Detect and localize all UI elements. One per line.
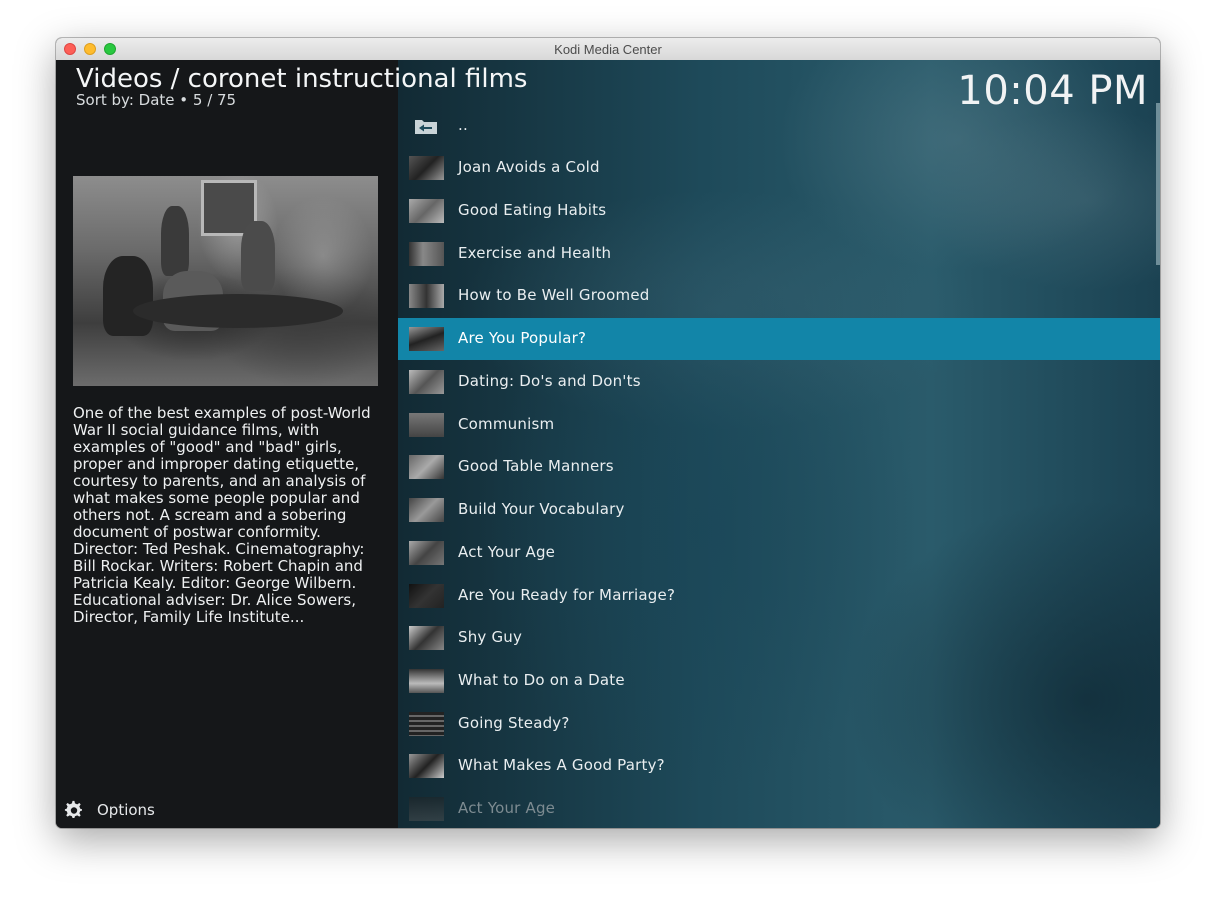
clock: 10:04 PM [957, 68, 1148, 114]
video-thumbnail [409, 754, 444, 778]
list-item[interactable]: Act Your Age [398, 532, 1160, 574]
list-item[interactable]: What to Do on a Date [398, 660, 1160, 702]
list-item-label: Act Your Age [458, 799, 556, 817]
gear-options-icon [64, 800, 82, 818]
video-thumbnail [409, 327, 444, 351]
parent-folder-label: .. [458, 116, 468, 134]
video-thumbnail [409, 413, 444, 437]
list-item[interactable]: What Makes A Good Party? [398, 745, 1160, 787]
file-list-panel: .. Joan Avoids a Cold Good Eating Habits… [398, 60, 1160, 828]
list-item[interactable]: Are You Ready for Marriage? [398, 575, 1160, 617]
title-bar[interactable]: Kodi Media Center [56, 38, 1160, 61]
list-item-selected[interactable]: Are You Popular? [398, 318, 1160, 360]
list-item-label: Joan Avoids a Cold [458, 158, 600, 176]
list-scrollbar[interactable] [1156, 103, 1160, 265]
list-item-label: Are You Popular? [458, 329, 587, 347]
video-thumbnail [409, 242, 444, 266]
thumbnail-table [133, 294, 343, 328]
info-panel: One of the best examples of post-World W… [56, 60, 398, 828]
thumbnail-figure [161, 206, 189, 276]
list-item[interactable]: Good Eating Habits [398, 190, 1160, 232]
video-thumbnail [409, 626, 444, 650]
list-item-label: Are You Ready for Marriage? [458, 586, 676, 604]
video-thumbnail [409, 712, 444, 736]
video-thumbnail [409, 541, 444, 565]
video-thumbnail [409, 584, 444, 608]
video-thumbnail [409, 284, 444, 308]
options-label: Options [97, 801, 155, 819]
sort-info[interactable]: Sort by: Date • 5 / 75 [76, 91, 236, 109]
list-item-label: Exercise and Health [458, 244, 612, 262]
list-item[interactable]: Exercise and Health [398, 233, 1160, 275]
list-item[interactable]: Going Steady? [398, 703, 1160, 745]
list-item-label: What to Do on a Date [458, 671, 625, 689]
video-thumbnail [409, 156, 444, 180]
plot-description: One of the best examples of post-World W… [73, 404, 371, 626]
video-thumbnail [409, 797, 444, 821]
list-item-label: Build Your Vocabulary [458, 500, 625, 518]
video-thumbnail [409, 669, 444, 693]
selected-item-thumbnail [73, 176, 378, 386]
video-thumbnail [409, 370, 444, 394]
list-item-label: Good Table Manners [458, 457, 614, 475]
kodi-content: One of the best examples of post-World W… [56, 60, 1160, 828]
list-item-label: How to Be Well Groomed [458, 286, 650, 304]
list-item-label: Shy Guy [458, 628, 523, 646]
list-item-label: Act Your Age [458, 543, 556, 561]
page-title: Videos / coronet instructional films [76, 64, 528, 94]
list-item[interactable]: Dating: Do's and Don'ts [398, 361, 1160, 403]
list-item-label: What Makes A Good Party? [458, 756, 665, 774]
window-title: Kodi Media Center [554, 42, 662, 57]
thumbnail-figure [241, 221, 275, 291]
video-thumbnail [409, 498, 444, 522]
video-thumbnail [409, 199, 444, 223]
list-item-label: Communism [458, 415, 555, 433]
list-item[interactable]: Good Table Manners [398, 446, 1160, 488]
folder-back-icon [415, 120, 437, 134]
list-item[interactable]: Shy Guy [398, 617, 1160, 659]
list-item[interactable]: Joan Avoids a Cold [398, 147, 1160, 189]
kodi-window: Kodi Media Center One of the best exampl… [56, 38, 1160, 828]
list-item-label: Good Eating Habits [458, 201, 607, 219]
list-item-label: Dating: Do's and Don'ts [458, 372, 641, 390]
list-item-label: Going Steady? [458, 714, 570, 732]
list-item[interactable]: Communism [398, 404, 1160, 446]
list-item[interactable]: Act Your Age [398, 788, 1160, 828]
list-item[interactable]: How to Be Well Groomed [398, 275, 1160, 317]
video-thumbnail [409, 455, 444, 479]
thumbnail-figure [103, 256, 153, 336]
list-item[interactable]: Build Your Vocabulary [398, 489, 1160, 531]
